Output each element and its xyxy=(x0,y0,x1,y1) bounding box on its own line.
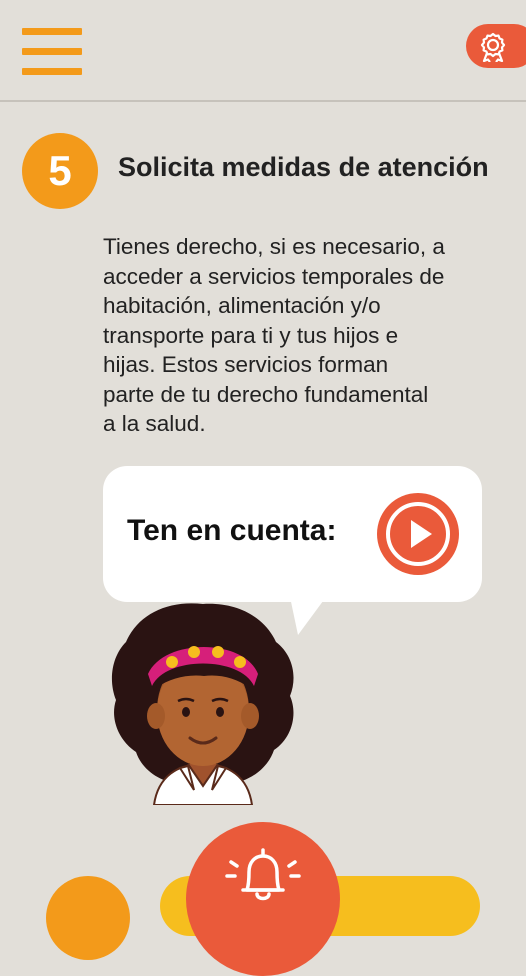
play-button[interactable] xyxy=(377,493,459,575)
body-line: hijas. Estos servicios forman xyxy=(103,352,389,377)
alert-button[interactable] xyxy=(186,822,340,976)
award-button[interactable] xyxy=(466,24,526,68)
body-line: transporte para ti y tus hijos e xyxy=(103,322,399,348)
body-line: habitación, alimentación y/o xyxy=(103,293,381,318)
body-line: acceder a servicios temporales de xyxy=(103,263,445,289)
avatar-illustration xyxy=(111,603,294,805)
body-line: Tienes derecho, si es necesario, a xyxy=(103,234,445,259)
hamburger-menu-icon xyxy=(22,28,82,35)
speech-bubble: Ten en cuenta: xyxy=(103,466,482,602)
bottom-left-button[interactable] xyxy=(46,876,130,960)
step-number-badge: 5 xyxy=(22,133,98,209)
body-line: parte de tu derecho fundamental xyxy=(103,381,429,407)
award-ribbon-icon xyxy=(480,32,506,62)
body-paragraph: Tienes derecho, si es necesario, a acced… xyxy=(103,232,493,439)
menu-button[interactable] xyxy=(22,28,82,76)
app-header xyxy=(0,0,526,102)
body-line: a la salud. xyxy=(103,411,206,436)
play-icon xyxy=(386,502,450,566)
bubble-label: Ten en cuenta: xyxy=(127,514,337,547)
header-divider xyxy=(0,100,526,102)
step-title: Solicita medidas de atención xyxy=(118,152,489,182)
